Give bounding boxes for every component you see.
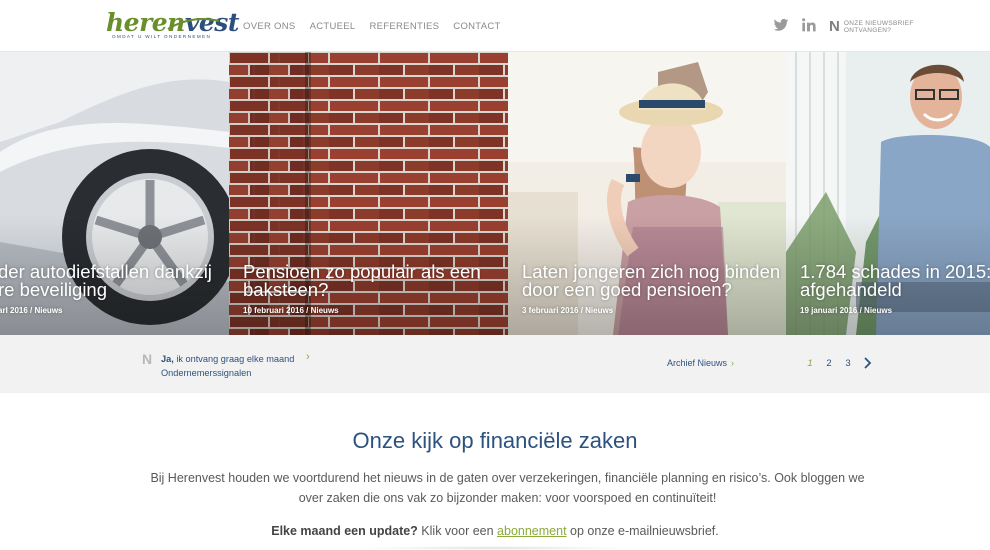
newsletter-n-icon: N (829, 18, 840, 35)
slide-category: Nieuws (864, 306, 893, 315)
archive-news-link[interactable]: Archief Nieuws › (667, 358, 734, 368)
slide-date: 3 februari 2016 (522, 306, 579, 315)
slide-meta: 3 februari 2016 / Nieuws (522, 306, 613, 315)
slide-separator: / (303, 306, 311, 315)
slide-meta: 10 februari 2016 / Nieuws (243, 306, 339, 315)
slide-title-line2: afgehandeld (800, 279, 902, 300)
slide-title: der autodiefstallen dankzij re beveiligi… (0, 262, 212, 300)
nav-item-actueel[interactable]: ACTUEEL (310, 21, 356, 32)
section-intro-text: Bij Herenvest houden we voortdurend het … (150, 471, 865, 505)
nav-item-over-ons[interactable]: OVER ONS (243, 21, 296, 32)
news-slider: der autodiefstallen dankzij re beveiligi… (0, 52, 990, 335)
logo-tagline: OMDAT U WILT ONDERNEMEN (112, 34, 212, 39)
herenvest-logo[interactable]: herenvest OMDAT U WILT ONDERNEMEN (106, 9, 239, 43)
slide-category: Nieuws (34, 306, 63, 315)
slide-date: 10 februari 2016 (243, 306, 304, 315)
subscribe-bold: Ja, (161, 354, 174, 364)
slide-title-line2: baksteen? (243, 279, 329, 300)
site-header: herenvest OMDAT U WILT ONDERNEMEN OVER O… (0, 0, 990, 52)
slide-title-line2: door een goed pensioen? (522, 279, 732, 300)
linkedin-icon[interactable] (801, 17, 817, 33)
next-page-chevron-icon[interactable] (863, 357, 873, 369)
page-1[interactable]: 1 (806, 358, 814, 369)
subscribe-line2: Ondernemerssignalen (161, 368, 252, 378)
slide-date: 19 januari 2016 (800, 306, 858, 315)
slide-meta: arl 2016 / Nieuws (0, 306, 63, 315)
cta-post: op onze e-mailnieuwsbrief. (566, 524, 719, 538)
slide-title: Laten jongeren zich nog binden door een … (522, 262, 780, 300)
subscribe-newsletter-link[interactable]: Ja, ik ontvang graag elke maand Ondernem… (161, 352, 311, 380)
archive-label: Archief Nieuws (667, 358, 728, 368)
twitter-icon[interactable] (773, 17, 789, 33)
slide-title-line2: re beveiliging (0, 279, 108, 300)
slide-pensioen-baksteen[interactable]: Pensioen zo populair als een baksteen? 1… (229, 52, 508, 335)
slide-schades-2015[interactable]: 1.784 schades in 2015: v afgehandeld 19 … (786, 52, 990, 335)
slide-autodiefstallen[interactable]: der autodiefstallen dankzij re beveiligi… (0, 52, 229, 335)
main-nav: OVER ONS ACTUEEL REFERENTIES CONTACT (243, 21, 501, 32)
cta-pre: Klik voor een (417, 524, 498, 538)
bottom-shadow (360, 546, 630, 550)
pagination: 1 2 3 (806, 357, 873, 369)
slide-title: Pensioen zo populair als een baksteen? (243, 262, 481, 300)
subscription-link[interactable]: abonnement (497, 524, 567, 538)
page-2[interactable]: 2 (825, 358, 833, 369)
newsletter-n-icon: N (142, 351, 153, 367)
news-info-bar: N Ja, ik ontvang graag elke maand Ondern… (0, 335, 990, 393)
slide-title: 1.784 schades in 2015: v afgehandeld (800, 262, 990, 300)
slide-category: Nieuws (585, 306, 614, 315)
section-title: Onze kijk op financiële zaken (352, 428, 638, 453)
chevron-right-icon[interactable]: › (306, 351, 310, 363)
nav-item-referenties[interactable]: REFERENTIES (369, 21, 439, 32)
slide-meta: 19 januari 2016 / Nieuws (800, 306, 892, 315)
newsletter-label: ONZE NIEUWSBRIEF ONTVANGEN? (843, 20, 914, 34)
chevron-right-icon: › (731, 358, 735, 368)
subscribe-line1: ik ontvang graag elke maand (173, 354, 295, 364)
page-3[interactable]: 3 (844, 358, 852, 369)
slide-jongeren-pensioen[interactable]: Laten jongeren zich nog binden door een … (508, 52, 786, 335)
slide-date: arl 2016 (0, 306, 28, 315)
newsletter-link[interactable]: N ONZE NIEUWSBRIEF ONTVANGEN? (829, 18, 924, 35)
slide-category: Nieuws (310, 306, 339, 315)
newsletter-cta: Elke maand een update? Klik voor een abo… (0, 524, 990, 538)
logo-swoosh-icon (167, 18, 220, 30)
cta-bold: Elke maand een update? (271, 524, 418, 538)
nav-item-contact[interactable]: CONTACT (453, 21, 500, 32)
